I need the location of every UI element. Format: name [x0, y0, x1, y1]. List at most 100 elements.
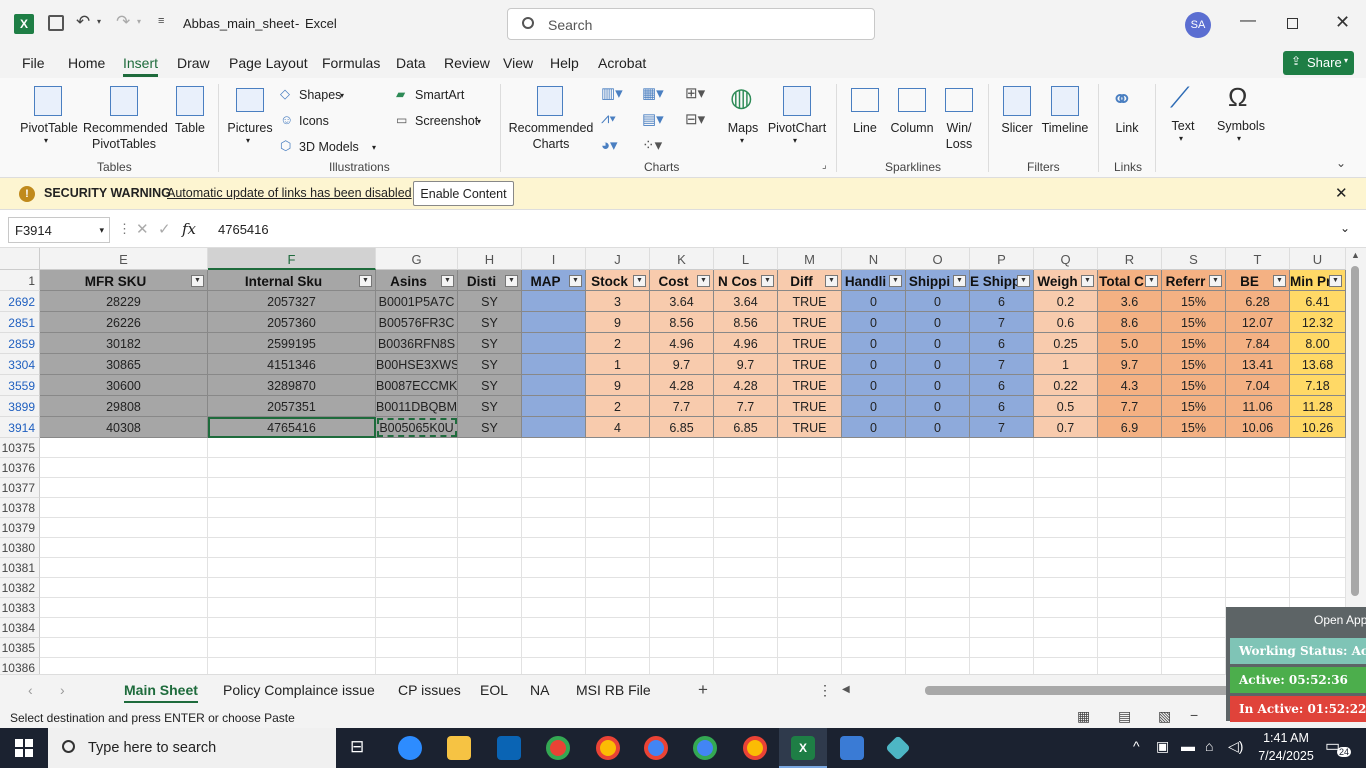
table-cell[interactable]: 28229 [40, 291, 208, 312]
filter-dropdown-icon[interactable]: ▼ [953, 275, 966, 287]
excel-taskbar-icon[interactable]: X [791, 736, 815, 760]
symbols-button[interactable]: Symbols [1215, 119, 1267, 133]
empty-cell[interactable] [40, 598, 208, 618]
timeline-button[interactable]: Timeline [1040, 121, 1090, 135]
table-header-cell[interactable]: MAP ▼ [522, 270, 586, 291]
prev-sheet-icon[interactable]: ‹ [28, 682, 33, 698]
copied-cell[interactable]: B005065K0U [376, 417, 458, 438]
table-cell[interactable]: TRUE [778, 291, 842, 312]
sparkline-winloss-label-2[interactable]: Loss [944, 137, 974, 151]
table-cell[interactable]: 4.28 [714, 375, 778, 396]
shapes-button[interactable]: Shapes [299, 88, 341, 102]
sparkline-winloss-label-1[interactable]: Win/ [944, 121, 974, 135]
empty-cell[interactable] [1226, 458, 1290, 478]
table-cell[interactable]: 9.7 [1098, 354, 1162, 375]
empty-cell[interactable] [522, 558, 586, 578]
empty-cell[interactable] [208, 658, 376, 674]
file-explorer-icon[interactable] [447, 736, 471, 760]
close-icon[interactable]: ✕ [1335, 184, 1348, 202]
empty-cell[interactable] [714, 558, 778, 578]
expand-formula-bar-icon[interactable]: ⌄ [1340, 221, 1350, 235]
app-icon[interactable] [885, 735, 911, 761]
empty-cell[interactable] [586, 498, 650, 518]
table-cell[interactable]: SY [458, 333, 522, 354]
table-cell[interactable]: 9 [586, 375, 650, 396]
chrome-icon[interactable] [743, 736, 767, 760]
empty-cell[interactable] [376, 558, 458, 578]
table-cell[interactable]: 0 [842, 333, 906, 354]
column-header-i[interactable]: I [522, 248, 586, 270]
empty-cell[interactable] [650, 558, 714, 578]
table-cell[interactable]: 9.7 [650, 354, 714, 375]
row-header[interactable]: 2851 [0, 312, 40, 333]
empty-cell[interactable] [1098, 438, 1162, 458]
table-cell[interactable]: SY [458, 375, 522, 396]
table-cell[interactable]: 0.7 [1034, 417, 1098, 438]
table-cell[interactable]: 6 [970, 291, 1034, 312]
3d-models-button[interactable]: 3D Models [299, 140, 359, 154]
empty-cell[interactable] [970, 538, 1034, 558]
table-header-cell[interactable]: Total C ▼ [1098, 270, 1162, 291]
empty-cell[interactable] [522, 618, 586, 638]
filter-dropdown-icon[interactable]: ▼ [697, 275, 710, 287]
table-cell[interactable]: 3.64 [714, 291, 778, 312]
empty-cell[interactable] [1162, 538, 1226, 558]
empty-cell[interactable] [1098, 638, 1162, 658]
table-cell[interactable]: 3289870 [208, 375, 376, 396]
table-cell[interactable]: 29808 [40, 396, 208, 417]
scatter-chart-icon[interactable]: ⁘▾ [642, 136, 662, 154]
empty-cell[interactable] [376, 578, 458, 598]
table-cell[interactable]: 10.26 [1290, 417, 1346, 438]
empty-cell[interactable] [778, 638, 842, 658]
empty-cell[interactable] [1098, 578, 1162, 598]
empty-cell[interactable] [208, 598, 376, 618]
empty-cell[interactable] [842, 578, 906, 598]
empty-cell[interactable] [1098, 558, 1162, 578]
tab-acrobat[interactable]: Acrobat [598, 55, 646, 71]
empty-cell[interactable] [714, 538, 778, 558]
show-hidden-icons-icon[interactable]: ^ [1133, 738, 1140, 754]
empty-cell[interactable] [376, 518, 458, 538]
table-cell[interactable]: 0 [906, 291, 970, 312]
row-header[interactable]: 3304 [0, 354, 40, 375]
table-cell[interactable]: 2599195 [208, 333, 376, 354]
empty-cell[interactable] [522, 598, 586, 618]
clock-time[interactable]: 1:41 AM [1258, 731, 1314, 745]
table-cell[interactable]: B0036RFN8S [376, 333, 458, 354]
tab-help[interactable]: Help [550, 55, 579, 71]
empty-cell[interactable] [40, 458, 208, 478]
empty-cell[interactable] [1226, 478, 1290, 498]
empty-cell[interactable] [1034, 598, 1098, 618]
table-cell[interactable]: 0.2 [1034, 291, 1098, 312]
empty-cell[interactable] [1034, 518, 1098, 538]
empty-cell[interactable] [458, 458, 522, 478]
empty-cell[interactable] [208, 538, 376, 558]
empty-cell[interactable] [1162, 578, 1226, 598]
empty-cell[interactable] [586, 638, 650, 658]
table-cell[interactable]: 6 [970, 375, 1034, 396]
empty-cell[interactable] [842, 598, 906, 618]
empty-cell[interactable] [778, 558, 842, 578]
table-cell[interactable]: 7 [970, 417, 1034, 438]
tab-view[interactable]: View [503, 55, 533, 71]
empty-cell[interactable] [906, 458, 970, 478]
column-header-h[interactable]: H [458, 248, 522, 270]
filter-dropdown-icon[interactable]: ▼ [441, 275, 454, 287]
table-cell[interactable]: SY [458, 291, 522, 312]
table-header-cell[interactable]: Referr ▼ [1162, 270, 1226, 291]
empty-cell[interactable] [40, 498, 208, 518]
row-header[interactable]: 10378 [0, 498, 40, 518]
next-sheet-icon[interactable]: › [60, 682, 65, 698]
empty-cell[interactable] [40, 658, 208, 674]
chrome-icon[interactable] [596, 736, 620, 760]
redo-icon[interactable]: ↷ [116, 12, 130, 32]
table-cell[interactable]: 8.56 [650, 312, 714, 333]
scroll-left-icon[interactable]: ◀ [842, 684, 850, 695]
empty-cell[interactable] [714, 578, 778, 598]
table-cell[interactable]: 5.0 [1098, 333, 1162, 354]
empty-cell[interactable] [586, 538, 650, 558]
table-cell[interactable]: 6.85 [714, 417, 778, 438]
table-button[interactable]: Table [170, 121, 210, 135]
empty-cell[interactable] [1226, 498, 1290, 518]
row-header[interactable]: 10376 [0, 458, 40, 478]
